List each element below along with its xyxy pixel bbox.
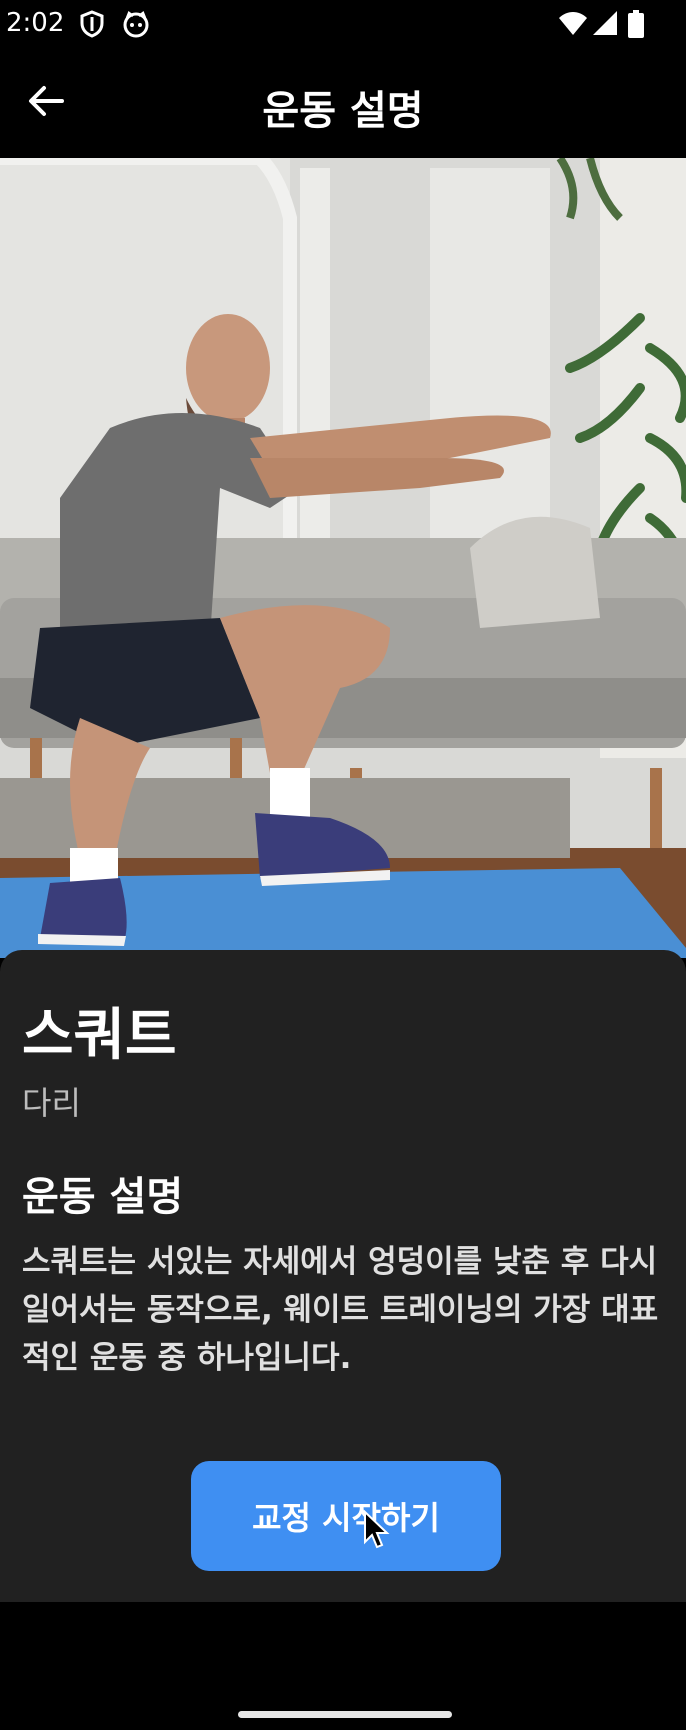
home-indicator[interactable] [238, 1711, 452, 1718]
description-heading: 운동 설명 [22, 1174, 184, 1220]
battery-icon [628, 10, 644, 42]
exercise-description: 스쿼트는 서있는 자세에서 엉덩이를 낮춘 후 다시 일어서는 동작으로, 웨이… [22, 1244, 659, 1376]
exercise-detail-sheet: 스쿼트 다리 운동 설명 스쿼트는 서있는 자세에서 엉덩이를 낮춘 후 다시 … [0, 950, 686, 1602]
status-time: 2:02 [6, 8, 65, 38]
shield-icon [80, 10, 104, 42]
exercise-body-part: 다리 [22, 1084, 81, 1122]
cat-icon [122, 10, 150, 42]
wifi-icon [558, 10, 588, 40]
mouse-cursor-icon [363, 1509, 391, 1554]
exercise-name: 스쿼트 [22, 1003, 177, 1068]
status-bar: 2:02 [0, 0, 686, 48]
signal-icon [592, 10, 618, 40]
exercise-image [0, 158, 686, 958]
start-correction-button[interactable]: 교정 시작하기 [191, 1461, 501, 1571]
start-correction-label: 교정 시작하기 [252, 1499, 440, 1537]
app-bar: 운동 설명 [0, 48, 686, 158]
page-title: 운동 설명 [262, 88, 424, 134]
